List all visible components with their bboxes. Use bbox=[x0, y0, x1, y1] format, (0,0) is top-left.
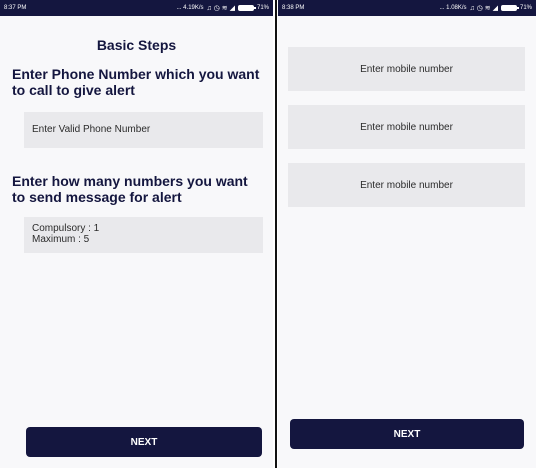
mobile-number-input-2[interactable]: Enter mobile number bbox=[288, 105, 525, 149]
phone-number-input[interactable]: Enter Valid Phone Number bbox=[24, 112, 263, 148]
mobile-number-input-1[interactable]: Enter mobile number bbox=[288, 47, 525, 91]
next-button[interactable]: NEXT bbox=[290, 419, 524, 449]
count-heading: Enter how many numbers you want to send … bbox=[12, 173, 248, 205]
page-title: Basic Steps bbox=[96, 37, 177, 53]
battery-icon bbox=[500, 5, 519, 11]
network-speed: ... 1.08K/s bbox=[439, 5, 467, 11]
phone-heading: Enter Phone Number which you want to cal… bbox=[12, 66, 260, 98]
battery-level: 71% bbox=[519, 5, 532, 11]
screenshot-pair: 8:37 PM ... 4.19K/s ♫ ◷ ≋ ◢ 71% Basic St… bbox=[0, 0, 536, 468]
mobile-number-input-3[interactable]: Enter mobile number bbox=[288, 163, 525, 207]
status-indicators: ... 4.19K/s ♫ ◷ ≋ ◢ 71% bbox=[177, 5, 269, 12]
status-time: 8:38 PM bbox=[282, 5, 305, 11]
status-indicators: ... 1.08K/s ♫ ◷ ≋ ◢ 71% bbox=[440, 5, 532, 12]
battery-level: 71% bbox=[256, 5, 269, 11]
next-button[interactable]: NEXT bbox=[26, 427, 262, 457]
status-bar: 8:38 PM ... 1.08K/s ♫ ◷ ≋ ◢ 71% bbox=[278, 0, 536, 16]
numbers-count-input[interactable]: Compulsory : 1 Maximum : 5 bbox=[24, 217, 263, 253]
mobile-numbers-screen: 8:38 PM ... 1.08K/s ♫ ◷ ≋ ◢ 71% Enter mo… bbox=[278, 0, 536, 468]
compulsory-hint: Compulsory : 1 bbox=[32, 223, 100, 234]
basic-steps-screen: 8:37 PM ... 4.19K/s ♫ ◷ ≋ ◢ 71% Basic St… bbox=[0, 0, 273, 468]
status-bar: 8:37 PM ... 4.19K/s ♫ ◷ ≋ ◢ 71% bbox=[0, 0, 273, 16]
battery-icon bbox=[237, 5, 256, 11]
divider-line bbox=[275, 0, 277, 468]
status-icons: ♫ ◷ ≋ ◢ bbox=[206, 4, 235, 12]
maximum-hint: Maximum : 5 bbox=[32, 234, 90, 245]
status-icons: ♫ ◷ ≋ ◢ bbox=[469, 4, 498, 12]
status-time: 8:37 PM bbox=[4, 5, 27, 11]
network-speed: ... 4.19K/s bbox=[176, 5, 204, 11]
